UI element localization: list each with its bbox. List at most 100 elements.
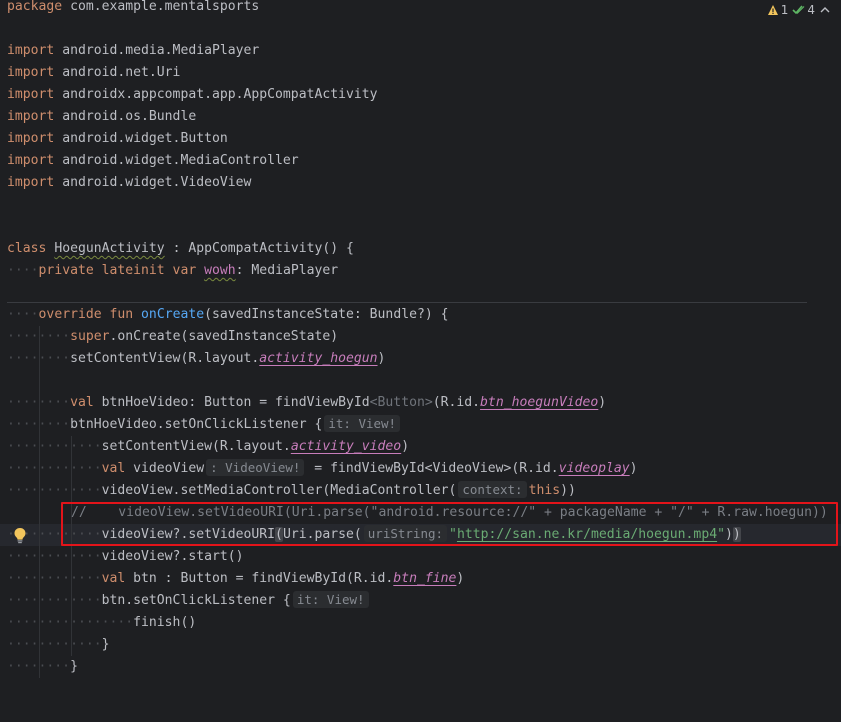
import-line: import android.widget.VideoView — [0, 172, 841, 194]
keyword: class — [7, 241, 47, 256]
code-text: btnHoeVideo.setOnClickListener { — [70, 417, 323, 432]
import-path: android.os.Bundle — [54, 109, 197, 124]
import-line: import android.widget.Button — [0, 128, 841, 150]
keyword: private lateinit var — [38, 263, 197, 278]
indent-dots: ············ — [7, 461, 102, 476]
code-text: videoView?.start() — [101, 549, 244, 564]
resource-ref[interactable]: btn_fine — [393, 571, 456, 586]
code-text: )) — [560, 483, 576, 498]
indent-dots: ···· — [7, 263, 39, 278]
resource-ref[interactable]: activity_video — [291, 439, 401, 454]
code-text: = findViewById<VideoView>(R.id. — [306, 461, 559, 476]
code-line: ········setContentView(R.layout.activity… — [0, 348, 841, 370]
indent-dots: ············ — [7, 571, 102, 586]
code-text: (R.id. — [432, 395, 481, 410]
code-text: videoView.setMediaController(MediaContro… — [101, 483, 457, 498]
keyword: import — [7, 87, 55, 102]
code-line: ············videoView?.start() — [0, 546, 841, 568]
inlay-hint: it: View! — [292, 591, 369, 608]
code-line: ········} — [0, 656, 841, 678]
function-params: (savedInstanceState: Bundle?) { — [204, 307, 449, 322]
code-text: btnHoeVideo: Button = findViewById — [93, 395, 370, 410]
indent-dots: ········ — [7, 395, 71, 410]
resource-ref[interactable]: activity_hoegun — [259, 351, 377, 366]
keyword: import — [7, 153, 55, 168]
inlay-hint: it: View! — [324, 415, 401, 432]
lightbulb-icon[interactable] — [13, 527, 27, 544]
inlay-hint: : VideoView! — [206, 459, 305, 476]
code-line: ············} — [0, 634, 841, 656]
indent-dots: ············ — [7, 637, 102, 652]
indent-dots: ········ — [7, 351, 71, 366]
inlay-hint: context: — [458, 481, 527, 498]
import-path: android.net.Uri — [54, 65, 181, 80]
class-declaration: class HoegunActivity : AppCompatActivity… — [0, 238, 841, 260]
code-line: ············val videoView: VideoView! = … — [0, 458, 841, 480]
code-text: setContentView(R.layout. — [70, 351, 260, 366]
keyword: val — [70, 395, 94, 410]
import-path: androidx.appcompat.app.AppCompatActivity — [54, 87, 378, 102]
keyword: import — [7, 131, 55, 146]
import-path: android.widget.MediaController — [54, 153, 299, 168]
indent-dots: ···· — [7, 307, 39, 322]
keyword: import — [7, 43, 55, 58]
code-line: ············val btn : Button = findViewB… — [0, 568, 841, 590]
import-line: import android.net.Uri — [0, 62, 841, 84]
keyword: import — [7, 175, 55, 190]
highlight-box — [61, 502, 838, 546]
code-text: .onCreate(savedInstanceState) — [109, 329, 339, 344]
class-name: HoegunActivity — [54, 241, 165, 256]
code-line: ········val btnHoeVideo: Button = findVi… — [0, 392, 841, 414]
code-text: setContentView(R.layout. — [101, 439, 291, 454]
keyword: val — [101, 571, 126, 586]
package-name: com.example.mentalsports — [62, 0, 260, 14]
import-path: android.widget.VideoView — [54, 175, 252, 190]
indent-dots: ················ — [7, 615, 134, 630]
code-line: ············setContentView(R.layout.acti… — [0, 436, 841, 458]
import-line: import android.widget.MediaController — [0, 150, 841, 172]
code-editor[interactable]: 1 4 package com.example.mentalsports imp… — [0, 0, 841, 678]
keyword: import — [7, 109, 55, 124]
code-text: } — [101, 637, 110, 652]
code-line: ················finish() — [0, 612, 841, 634]
code-line: ············videoView.setMediaController… — [0, 480, 841, 502]
keyword: super — [70, 329, 110, 344]
code-text: btn : Button = findViewById(R.id. — [125, 571, 394, 586]
indent-dots: ············ — [7, 593, 102, 608]
keyword: this — [528, 483, 561, 498]
property-declaration: ····private lateinit var wowh: MediaPlay… — [0, 260, 841, 282]
type-argument: <Button> — [369, 395, 433, 410]
code-text: ) — [456, 571, 465, 586]
resource-ref[interactable]: btn_hoegunVideo — [480, 395, 598, 410]
code-text: } — [70, 659, 78, 674]
function-name: onCreate — [141, 307, 205, 322]
override-line: ····override fun onCreate(savedInstanceS… — [0, 304, 841, 326]
code-line: ············btn.setOnClickListener {it: … — [0, 590, 841, 612]
indent-dots: ············ — [7, 439, 102, 454]
indent-dots: ············ — [7, 549, 102, 564]
import-path: android.widget.Button — [54, 131, 228, 146]
code-text: ) — [401, 439, 410, 454]
import-path: android.media.MediaPlayer — [54, 43, 260, 58]
property-type: : MediaPlayer — [235, 263, 339, 278]
code-text: btn.setOnClickListener { — [101, 593, 291, 608]
code-text: videoView — [125, 461, 205, 476]
code-line: ········super.onCreate(savedInstanceStat… — [0, 326, 841, 348]
method-separator — [7, 302, 807, 303]
resource-ref[interactable]: videoplay — [559, 461, 630, 476]
indent-dots: ········ — [7, 329, 71, 344]
code-text: ) — [377, 351, 386, 366]
indent-dots: ············ — [7, 483, 102, 498]
property-name: wowh — [204, 263, 236, 278]
code-text: ) — [598, 395, 607, 410]
superclass: : AppCompatActivity() { — [164, 241, 354, 256]
keyword: override fun — [38, 307, 134, 322]
code-line: ········btnHoeVideo.setOnClickListener {… — [0, 414, 841, 436]
indent-dots: ········ — [7, 659, 71, 674]
code-text: finish() — [133, 615, 197, 630]
code-text: ) — [629, 461, 638, 476]
import-line: import android.os.Bundle — [0, 106, 841, 128]
code-line: package com.example.mentalsports — [0, 0, 841, 18]
keyword: import — [7, 65, 55, 80]
import-line: import android.media.MediaPlayer — [0, 40, 841, 62]
